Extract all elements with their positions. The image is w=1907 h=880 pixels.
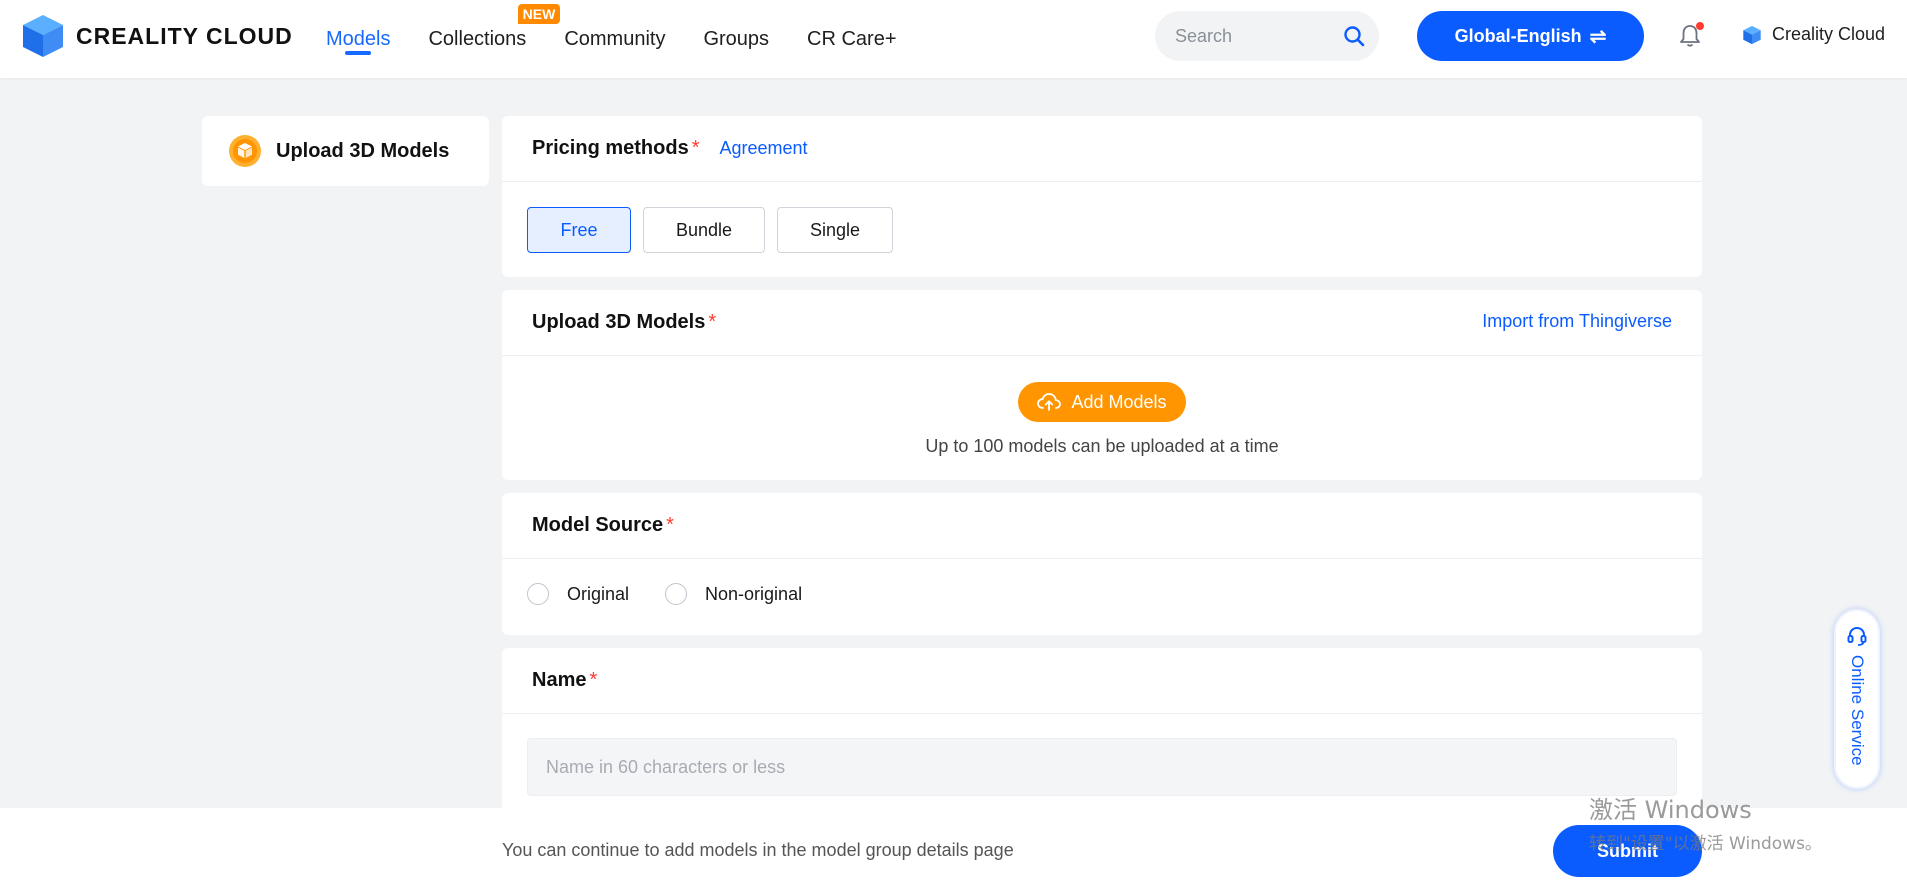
radio-circle[interactable] xyxy=(527,583,549,605)
footer-note: You can continue to add models in the mo… xyxy=(502,840,1014,860)
upload-body: Add Models Up to 100 models can be uploa… xyxy=(502,356,1702,457)
radio-label: Non-original xyxy=(705,583,803,604)
nav-community[interactable]: Community xyxy=(564,0,665,78)
source-original-radio[interactable]: Original xyxy=(527,583,629,605)
pricing-free-button[interactable]: Free xyxy=(527,207,631,253)
model-source-card: Model Source * Original Non-original xyxy=(502,493,1702,635)
cloud-upload-icon xyxy=(1037,393,1062,411)
upload-header: Upload 3D Models * Import from Thingiver… xyxy=(502,290,1702,356)
nav-community-label: Community xyxy=(564,27,666,50)
pricing-title: Pricing methods xyxy=(532,137,689,159)
upload-card: Upload 3D Models * Import from Thingiver… xyxy=(502,290,1702,480)
nav-cr-care[interactable]: CR Care+ xyxy=(807,0,896,78)
nav-collections[interactable]: Collections NEW xyxy=(428,0,561,78)
name-header: Name * xyxy=(502,648,1702,714)
nav-cr-care-label: CR Care+ xyxy=(807,27,897,50)
search-icon[interactable] xyxy=(1343,25,1365,47)
cube-logo-icon xyxy=(23,15,63,57)
notification-bell[interactable] xyxy=(1679,22,1704,53)
source-options: Original Non-original xyxy=(502,559,1702,629)
user-avatar-icon xyxy=(1743,25,1761,44)
name-card: Name * xyxy=(502,648,1702,828)
model-name-input[interactable] xyxy=(527,738,1677,796)
headset-icon xyxy=(1847,626,1867,646)
sidebar-item-upload-3d-models[interactable]: Upload 3D Models xyxy=(202,116,489,186)
creality-cloud-logo[interactable]: CREALITY CLOUD xyxy=(20,13,293,59)
swap-icon: ⇌ xyxy=(1589,25,1607,48)
box-icon xyxy=(229,135,261,167)
pricing-card: Pricing methods * Agreement Free Bundle … xyxy=(502,116,1702,277)
radio-circle[interactable] xyxy=(665,583,688,605)
required-mark: * xyxy=(589,669,598,691)
add-models-label: Add Models xyxy=(1071,391,1167,412)
language-button[interactable]: Global-English ⇌ xyxy=(1417,11,1644,61)
new-badge: NEW xyxy=(517,4,561,24)
footer-bar: You can continue to add models in the mo… xyxy=(0,808,1907,880)
nav-groups-label: Groups xyxy=(703,27,770,50)
source-non-original-radio[interactable]: Non-original xyxy=(665,583,802,605)
sidebar-item-label: Upload 3D Models xyxy=(276,139,450,162)
main-nav: Models Collections NEW Community Groups … xyxy=(326,0,935,78)
nav-models-label: Models xyxy=(326,27,391,50)
upload-hint: Up to 100 models can be uploaded at a ti… xyxy=(925,436,1279,456)
required-mark: * xyxy=(708,311,717,333)
nav-collections-label: Collections xyxy=(428,27,527,50)
source-title: Model Source xyxy=(532,514,664,536)
online-service-label: Online Service xyxy=(1848,655,1867,766)
nav-groups[interactable]: Groups xyxy=(703,0,769,78)
pricing-options: Free Bundle Single xyxy=(502,182,1702,278)
user-menu[interactable]: Creality Cloud xyxy=(1742,24,1885,45)
notification-dot xyxy=(1696,22,1704,30)
add-models-button[interactable]: Add Models xyxy=(1018,382,1186,422)
required-mark: * xyxy=(691,137,700,159)
source-header: Model Source * xyxy=(502,493,1702,559)
top-header: CREALITY CLOUD Models Collections NEW Co… xyxy=(0,0,1907,78)
agreement-link[interactable]: Agreement xyxy=(720,138,808,159)
submit-button[interactable]: Submit xyxy=(1553,825,1702,877)
pricing-single-button[interactable]: Single xyxy=(777,207,893,253)
upload-title: Upload 3D Models xyxy=(532,311,706,333)
nav-models[interactable]: Models xyxy=(326,0,390,78)
required-mark: * xyxy=(666,514,674,536)
name-title: Name xyxy=(532,669,587,691)
language-label: Global-English xyxy=(1454,25,1582,46)
search-input[interactable] xyxy=(1175,25,1335,47)
user-name: Creality Cloud xyxy=(1772,24,1886,44)
online-service-button[interactable]: Online Service xyxy=(1834,609,1880,789)
import-thingiverse-link[interactable]: Import from Thingiverse xyxy=(1482,311,1672,332)
radio-label: Original xyxy=(567,583,630,604)
pricing-header: Pricing methods * Agreement xyxy=(502,116,1702,182)
search-box xyxy=(1155,11,1379,61)
pricing-bundle-button[interactable]: Bundle xyxy=(643,207,765,253)
logo-text: CREALITY CLOUD xyxy=(76,22,293,49)
